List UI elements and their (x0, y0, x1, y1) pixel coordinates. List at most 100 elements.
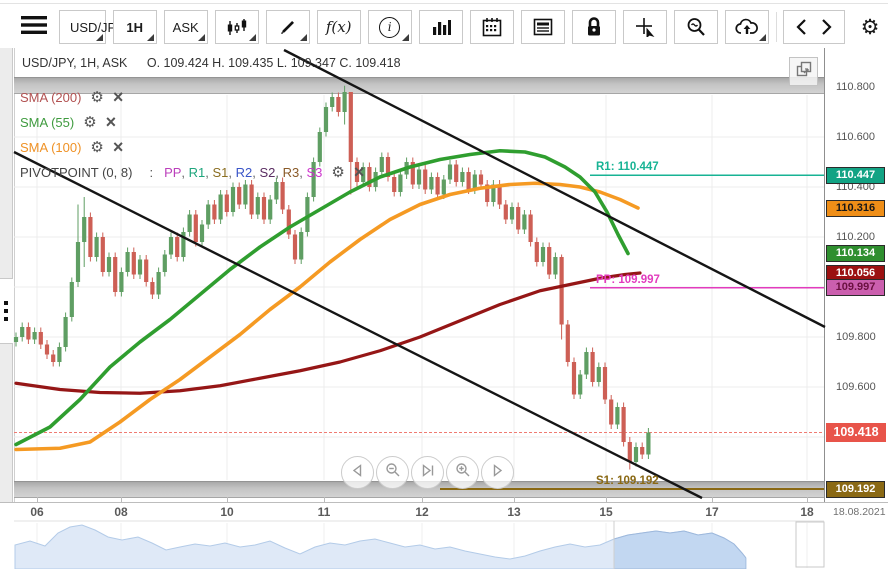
draw-tools-button[interactable] (266, 10, 310, 44)
time-tick-mark (807, 497, 808, 502)
lock-button[interactable] (572, 10, 616, 44)
time-label-06: 06 (30, 505, 43, 519)
indicator-label: SMA (200) (20, 90, 81, 105)
cloud-upload-icon (735, 17, 759, 37)
timeframe-select[interactable]: 1H (113, 10, 157, 44)
pivotpoint-remove-button[interactable]: × (354, 163, 365, 181)
main-menu-button[interactable] (16, 10, 52, 44)
zoom-out-button[interactable] (376, 456, 409, 489)
left-panel-splitter[interactable] (0, 48, 13, 502)
pivotpoint-row: PIVOTPOINT (0, 8):PP, R1, S1, R2, S2, R3… (20, 163, 364, 181)
symbol-select[interactable]: USD/JPY (59, 10, 106, 44)
time-label-13: 13 (507, 505, 520, 519)
trading-platform-window: USD/JPY 1H ASK (0, 0, 888, 569)
splitter-handle[interactable] (0, 278, 13, 344)
time-label-11: 11 (318, 505, 331, 519)
indicator-settings-button[interactable]: ⚙ (83, 115, 96, 130)
price-tick-110.600: 110.600 (836, 131, 875, 143)
chevron-right-icon[interactable] (821, 19, 832, 35)
zoom-button[interactable] (674, 10, 718, 44)
time-label-18: 18 (800, 505, 813, 519)
price-type-select-value: ASK (173, 20, 199, 35)
time-tick-mark (324, 497, 325, 502)
comma: , (252, 165, 259, 180)
indicator-settings-button[interactable]: ⚙ (90, 140, 103, 155)
popout-icon (796, 61, 812, 82)
price-tick-110.800: 110.800 (836, 81, 875, 93)
time-label-17: 17 (705, 505, 718, 519)
pivot-level-pp: PP (164, 165, 181, 180)
chevron-left-icon[interactable] (796, 19, 807, 35)
history-nav-group (783, 10, 845, 44)
comma: , (228, 165, 235, 180)
time-tick-mark (121, 497, 122, 502)
chart-header-instrument: USD/JPY, 1H, ASK (22, 56, 127, 70)
price-badge-110.447: 110.447 (826, 167, 885, 184)
indicator-settings-button[interactable]: ⚙ (90, 90, 103, 105)
pan-left-button[interactable] (341, 456, 374, 489)
info-icon: i (379, 17, 400, 38)
pan-right-button[interactable] (481, 456, 514, 489)
publish-button[interactable] (725, 10, 769, 44)
indicator-remove-button[interactable]: × (113, 88, 124, 106)
pan-right-icon (490, 463, 505, 483)
pivotpoint-separator: : (149, 165, 153, 180)
crosshair-icon (635, 17, 655, 37)
indicator-row-3: SMA (100) ⚙ × (20, 138, 123, 156)
indicator-label: SMA (100) (20, 140, 81, 155)
time-tick-mark (712, 497, 713, 502)
pivot-level-s3: S3 (307, 165, 323, 180)
zoom-out-icon (385, 462, 401, 483)
price-tick-110.200: 110.200 (836, 231, 875, 243)
settings-button[interactable]: ⚙ (852, 10, 888, 44)
pp-line-label: PP: 109.997 (596, 274, 660, 286)
time-label-10: 10 (220, 505, 233, 519)
calendar-icon (482, 17, 502, 37)
time-axis-border (0, 502, 888, 503)
timeframe-select-value: 1H (126, 20, 143, 35)
pivot-level-r3: R3 (283, 165, 300, 180)
popout-button[interactable] (789, 57, 818, 86)
s1-line-label: S1: 109.192 (596, 475, 659, 487)
time-tick-mark (422, 497, 423, 502)
indicator-remove-button[interactable]: × (106, 113, 117, 131)
zoom-in-icon (455, 462, 471, 483)
pivotpoint-settings-button[interactable]: ⚙ (331, 165, 344, 180)
crosshair-button[interactable] (623, 10, 667, 44)
news-button[interactable] (521, 10, 565, 44)
chart-toolbar: USD/JPY 1H ASK (16, 9, 888, 45)
chart-header-ohlc: O. 109.424 H. 109.435 L. 109.347 C. 109.… (147, 56, 401, 70)
comma: , (275, 165, 282, 180)
pan-left-icon (350, 463, 365, 483)
go-to-latest-button[interactable] (411, 456, 444, 489)
fx-icon: f(x) (326, 18, 352, 36)
news-icon (533, 18, 553, 36)
indicator-label: SMA (55) (20, 115, 74, 130)
chart-type-button[interactable] (215, 10, 259, 44)
indicators-button[interactable]: f(x) (317, 10, 361, 44)
price-badge-109.418: 109.418 (826, 423, 886, 442)
price-badge-109.192: 109.192 (826, 481, 885, 498)
volume-button[interactable] (419, 10, 463, 44)
drag-dots-icon (4, 301, 9, 321)
comma: , (299, 165, 306, 180)
time-tick-mark (227, 497, 228, 502)
lock-icon (585, 17, 603, 37)
chart-header: USD/JPY, 1H, ASK O. 109.424 H. 109.435 L… (22, 56, 401, 70)
chart-plot-area[interactable] (15, 48, 824, 481)
indicator-remove-button[interactable]: × (113, 138, 124, 156)
range-navigator[interactable] (15, 521, 746, 568)
price-type-select[interactable]: ASK (164, 10, 208, 44)
time-label-08: 08 (114, 505, 127, 519)
pivot-level-s2: S2 (260, 165, 276, 180)
calendar-button[interactable] (470, 10, 514, 44)
zoom-in-button[interactable] (446, 456, 479, 489)
date-label: 18.08.2021 (833, 506, 886, 518)
indicator-row-2: SMA (55) ⚙ × (20, 113, 116, 131)
candlestick-chart-icon (226, 17, 248, 37)
price-badge-110.134: 110.134 (826, 245, 885, 262)
info-button[interactable]: i (368, 10, 412, 44)
price-badge-109.997: 109.997 (826, 279, 885, 296)
pencil-icon (278, 17, 298, 37)
time-tick-mark (606, 497, 607, 502)
